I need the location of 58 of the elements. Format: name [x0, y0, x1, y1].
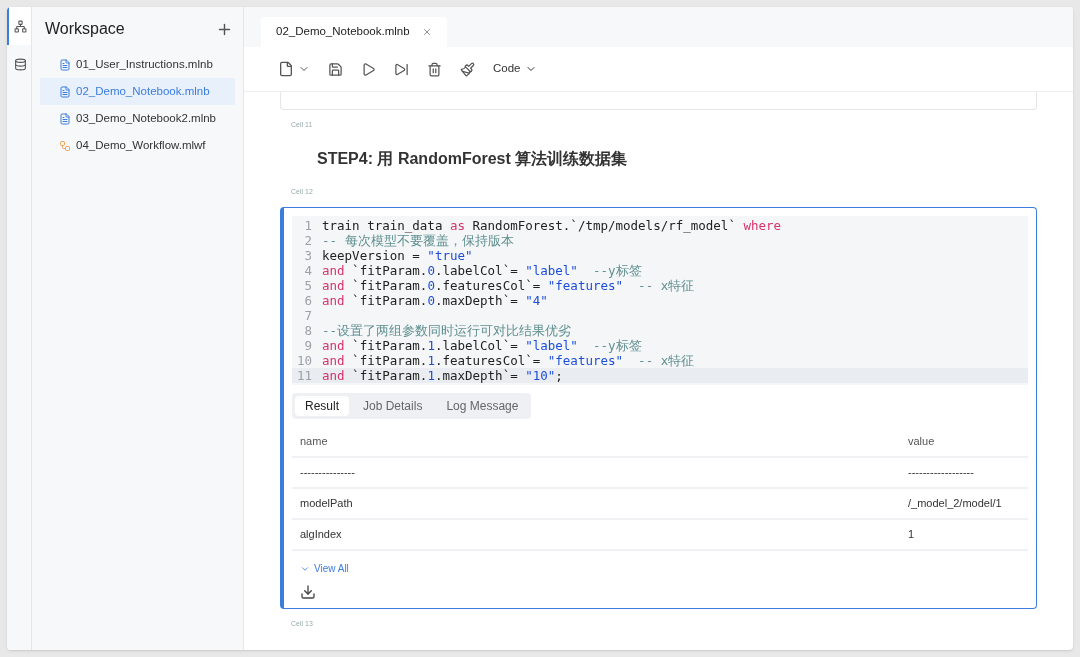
line-number: 6 — [303, 293, 313, 308]
result-tab[interactable]: Job Details — [353, 396, 433, 416]
line-number: 2 — [303, 233, 313, 248]
close-icon[interactable] — [421, 27, 432, 37]
line-number: 9 — [303, 338, 313, 353]
code-line: -- 每次模型不要覆盖，保持版本 — [322, 233, 514, 248]
line-number: 1 — [303, 218, 313, 233]
line-number: 4 — [303, 263, 313, 278]
line-number: 11 — [295, 368, 313, 383]
file-tree-tab[interactable] — [7, 7, 31, 45]
brush-icon[interactable] — [460, 61, 475, 77]
notebook-file-icon — [59, 112, 71, 125]
table-cell-text: --------------- — [299, 465, 356, 481]
result-tab[interactable]: Result — [295, 396, 349, 416]
line-number: 7 — [303, 308, 313, 323]
tree-icon — [13, 19, 27, 33]
line-number: 3 — [303, 248, 313, 263]
sidebar-title: Workspace — [45, 19, 125, 39]
run-all-icon[interactable] — [394, 61, 409, 77]
code-line: and `fitParam.1.maxDepth`= "10"; — [322, 368, 563, 383]
code-line: and `fitParam.0.maxDepth`= "4" — [322, 293, 548, 308]
delete-icon[interactable] — [427, 61, 442, 77]
line-number: 10 — [295, 353, 313, 368]
table-cell-text: 1 — [908, 527, 916, 543]
run-icon[interactable] — [361, 61, 376, 77]
download-icon[interactable] — [300, 584, 316, 600]
column-header: name — [299, 434, 329, 450]
line-number: 5 — [303, 278, 313, 293]
new-file-dropdown[interactable] — [278, 61, 310, 77]
code-line: and `fitParam.1.labelCol`= "label" --y标签 — [322, 338, 642, 353]
file-item[interactable]: 01_User_Instructions.mlnb — [40, 51, 235, 78]
table-cell-text: ------------------ — [908, 465, 975, 481]
result-tab[interactable]: Log Message — [436, 396, 529, 416]
line-number: 8 — [303, 323, 313, 338]
code-line: and `fitParam.1.featuresCol`= "features" -- x特征 — [322, 353, 695, 368]
view-all-link[interactable]: View All — [292, 561, 349, 576]
notebook-file-icon — [59, 85, 71, 98]
file-icon — [278, 61, 294, 77]
code-line: --设置了两组参数同时运行可对比结果优劣 — [322, 323, 572, 338]
workflow-file-icon — [59, 139, 71, 152]
code-line: and `fitParam.0.featuresCol`= "features" -- x特征 — [322, 278, 695, 293]
code-cell[interactable] — [280, 207, 1037, 609]
save-icon[interactable] — [328, 61, 343, 77]
table-cell-text: algIndex — [299, 527, 343, 543]
code-line: train train_data as RandomForest.`/tmp/models/rf_model` where — [322, 218, 782, 233]
notebook-file-icon — [59, 58, 71, 71]
code-line: and `fitParam.0.labelCol`= "label" --y标签 — [322, 263, 642, 278]
column-header: value — [908, 434, 936, 450]
database-icon — [13, 57, 27, 71]
cell-type-dropdown[interactable]: Code — [493, 60, 537, 78]
file-item[interactable]: 04_Demo_Workflow.mlwf — [40, 132, 235, 159]
table-cell-text: modelPath — [299, 496, 354, 512]
file-item[interactable]: 02_Demo_Notebook.mlnb — [40, 78, 235, 105]
table-cell-text: /_model_2/model/1 — [908, 496, 1003, 512]
file-item[interactable]: 03_Demo_Notebook2.mlnb — [40, 105, 235, 132]
code-line: keepVersion = "true" — [322, 248, 473, 263]
editor-tab[interactable]: 02_Demo_Notebook.mlnb — [261, 17, 447, 47]
markdown-heading: STEP4: 用 RandomForest 算法训练数据集 — [317, 148, 629, 169]
